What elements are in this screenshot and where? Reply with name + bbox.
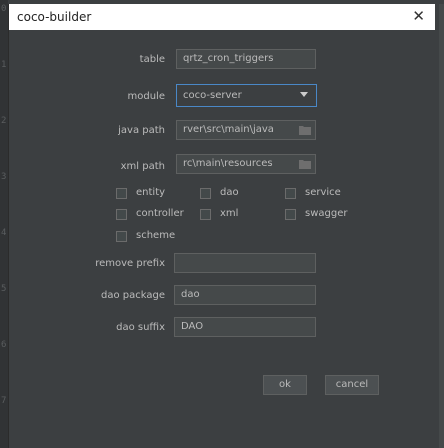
swagger-checkbox[interactable] — [285, 209, 296, 220]
dao-label: dao — [220, 187, 239, 198]
remove-prefix-label: remove prefix — [95, 258, 165, 269]
scheme-checkbox[interactable] — [116, 231, 127, 242]
table-label: table — [139, 54, 165, 65]
dao-package-field[interactable]: dao — [174, 285, 316, 305]
line-number: 7 — [1, 396, 7, 406]
table-field[interactable]: qrtz_cron_triggers — [176, 49, 316, 69]
ok-button[interactable]: ok — [263, 375, 307, 395]
line-number: 3 — [1, 172, 7, 182]
module-label: module — [127, 91, 165, 102]
scheme-label: scheme — [136, 230, 176, 241]
line-number: 4 — [1, 228, 7, 238]
close-icon[interactable]: ✕ — [412, 7, 425, 25]
line-number: 6 — [1, 340, 7, 350]
cancel-button[interactable]: cancel — [325, 375, 379, 395]
module-select[interactable]: coco-server — [176, 84, 317, 107]
service-checkbox[interactable] — [285, 188, 296, 199]
entity-checkbox[interactable] — [116, 188, 127, 199]
dao-suffix-label: dao suffix — [116, 322, 165, 333]
dao-checkbox[interactable] — [200, 188, 211, 199]
xml-path-value: rc\main\resources — [183, 158, 273, 169]
dao-suffix-field[interactable]: DAO — [174, 317, 316, 337]
xml-label: xml — [220, 208, 239, 219]
title-bar[interactable]: coco-builder ✕ — [9, 4, 435, 30]
java-path-label: java path — [118, 125, 165, 136]
service-label: service — [305, 187, 341, 198]
folder-icon[interactable] — [299, 159, 311, 169]
window-title: coco-builder — [17, 10, 92, 24]
xml-path-field[interactable]: rc\main\resources — [176, 154, 316, 174]
editor-gutter: 0 1 2 3 4 5 6 7 — [0, 0, 8, 448]
dao-package-label: dao package — [101, 290, 165, 301]
line-number: 5 — [1, 284, 7, 294]
line-number: 2 — [1, 116, 7, 126]
dialog-window: coco-builder ✕ table qrtz_cron_triggers … — [8, 4, 444, 448]
folder-icon[interactable] — [299, 125, 311, 135]
swagger-label: swagger — [305, 208, 348, 219]
line-number: 0 — [1, 4, 7, 14]
line-number: 1 — [1, 60, 7, 70]
module-select-value: coco-server — [183, 90, 242, 101]
remove-prefix-field[interactable] — [174, 253, 316, 273]
controller-checkbox[interactable] — [116, 209, 127, 220]
java-path-value: rver\src\main\java — [183, 124, 274, 135]
xml-path-label: xml path — [120, 161, 165, 172]
java-path-field[interactable]: rver\src\main\java — [176, 120, 316, 140]
entity-label: entity — [136, 187, 166, 198]
chevron-down-icon — [300, 92, 308, 97]
scrollbar[interactable] — [439, 4, 444, 448]
xml-checkbox[interactable] — [200, 209, 211, 220]
controller-label: controller — [136, 208, 184, 219]
